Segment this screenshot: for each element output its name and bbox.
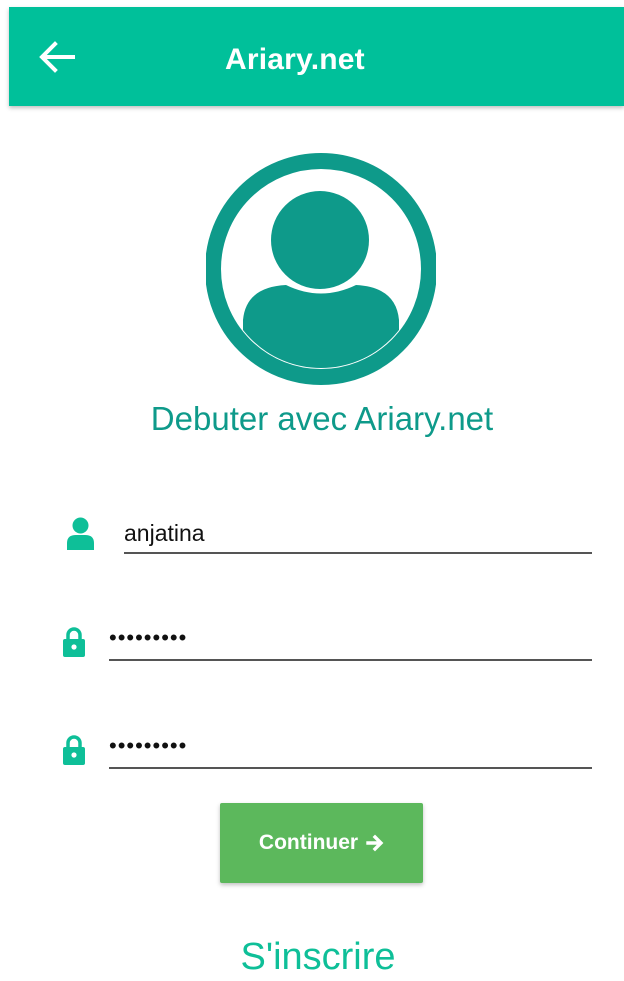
arrow-left-icon — [39, 41, 75, 73]
app-bar: Ariary.net — [9, 7, 624, 106]
signup-link[interactable]: S'inscrire — [0, 938, 624, 976]
user-icon — [67, 517, 94, 550]
lock-icon — [63, 735, 85, 765]
back-button[interactable] — [37, 37, 77, 77]
username-input[interactable] — [124, 520, 592, 547]
confirm-password-input[interactable] — [109, 733, 592, 759]
confirm-password-field[interactable] — [109, 733, 592, 769]
welcome-heading: Debuter avec Ariary.net — [150, 400, 494, 437]
username-field[interactable] — [124, 520, 592, 554]
password-field[interactable] — [109, 625, 592, 661]
continue-button[interactable]: Continuer — [220, 803, 423, 883]
user-circle-icon — [206, 153, 436, 385]
lock-icon — [63, 627, 85, 657]
arrow-right-icon — [366, 834, 384, 852]
password-input[interactable] — [109, 625, 592, 651]
continue-label: Continuer — [258, 831, 359, 854]
screen: Ariary.net Debuter avec Ariary.net anjat… — [0, 0, 624, 981]
app-title: Ariary.net — [225, 43, 365, 76]
